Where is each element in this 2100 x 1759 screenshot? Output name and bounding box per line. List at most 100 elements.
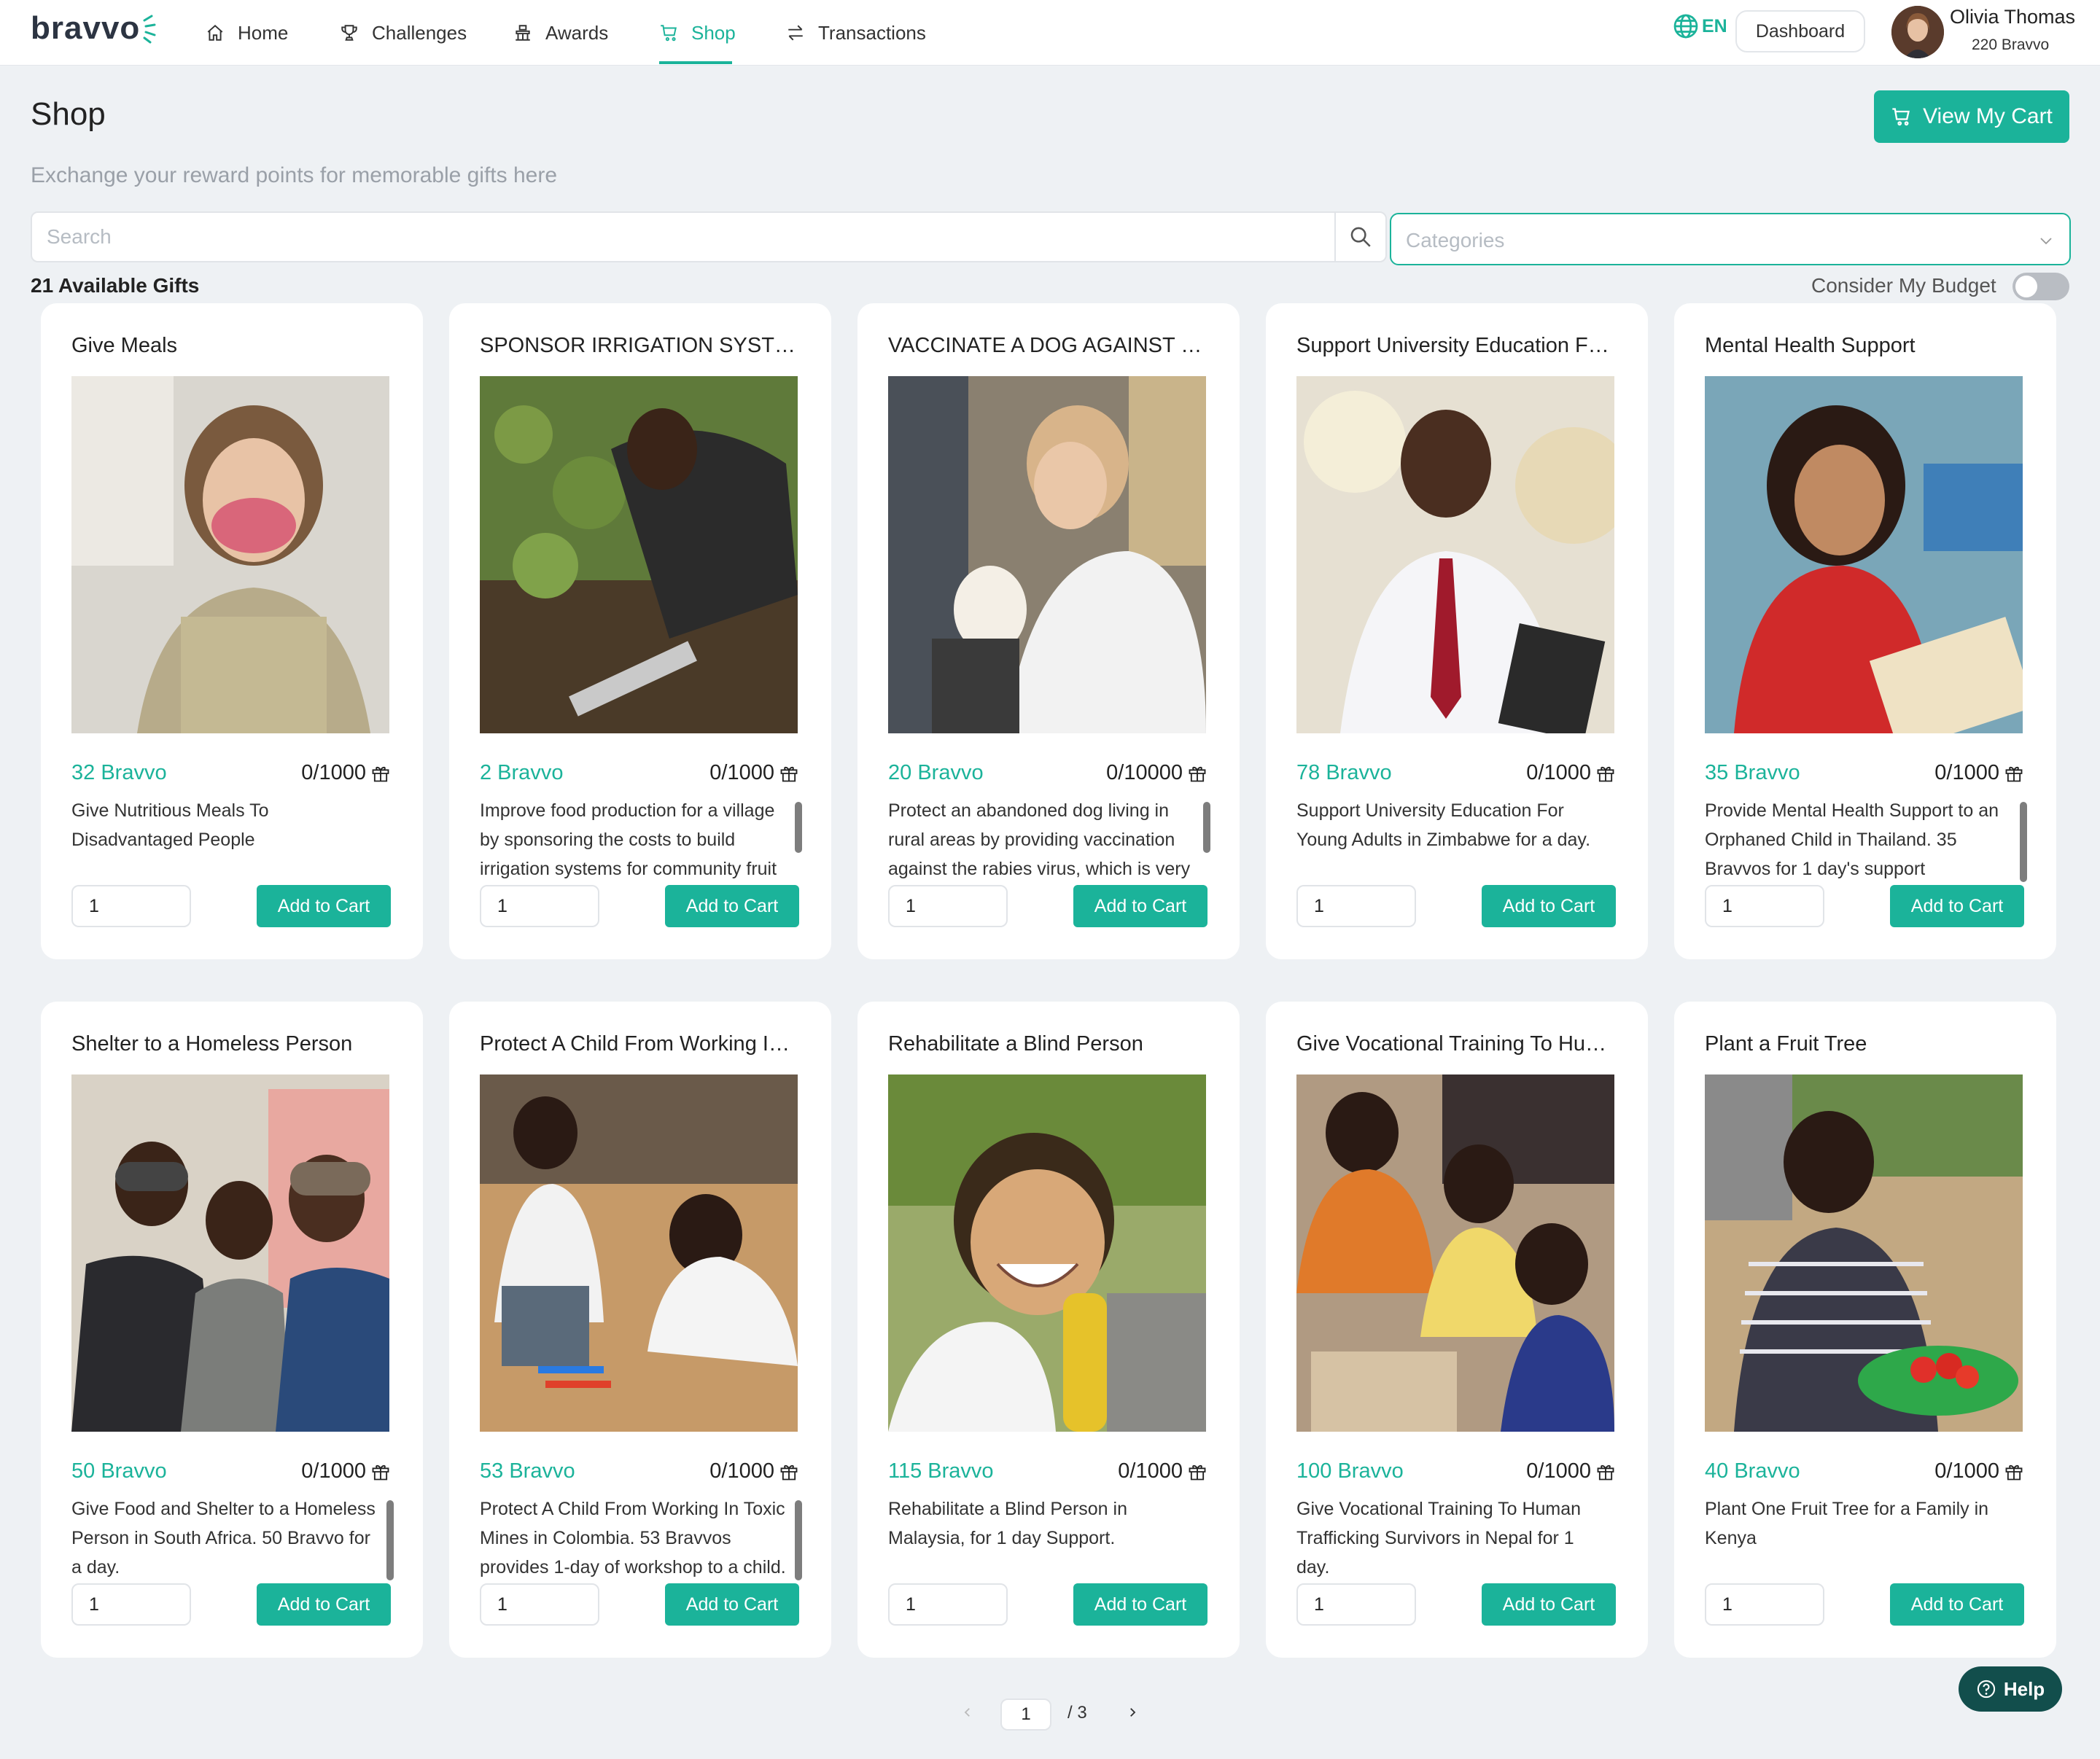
quantity-input[interactable] xyxy=(71,1583,191,1626)
add-to-cart-button[interactable]: Add to Cart xyxy=(665,1583,799,1626)
gift-icon xyxy=(2005,766,2023,781)
add-to-cart-button[interactable]: Add to Cart xyxy=(1482,885,1616,927)
nav-challenges[interactable]: Challenges xyxy=(340,0,467,66)
gift-icon xyxy=(372,766,389,781)
quantity-input[interactable] xyxy=(1296,1583,1416,1626)
gift-photo xyxy=(888,376,1206,733)
gift-description: Provide Mental Health Support to an Orph… xyxy=(1705,800,1999,879)
gift-stock-label: 0/10000 xyxy=(1106,761,1183,784)
gift-title: SPONSOR IRRIGATION SYSTEM… xyxy=(480,334,801,357)
quantity-input[interactable] xyxy=(888,885,1008,927)
top-navbar: bravvo Home Challenges Awards Shop Trans… xyxy=(0,0,2100,66)
gift-stock-label: 0/1000 xyxy=(709,761,774,784)
gift-title: Mental Health Support xyxy=(1705,334,1916,357)
consider-budget-toggle[interactable] xyxy=(2012,273,2069,300)
gift-price: 20 Bravvo xyxy=(888,761,984,784)
add-to-cart-button[interactable]: Add to Cart xyxy=(665,885,799,927)
page-title: Shop xyxy=(31,96,106,132)
quantity-input[interactable] xyxy=(1705,885,1824,927)
categories-select[interactable]: Categories xyxy=(1390,213,2071,265)
description-scrollbar[interactable] xyxy=(2020,802,2027,882)
gift-description: Give Nutritious Meals To Disadvantaged P… xyxy=(71,800,269,850)
gift-icon xyxy=(372,1464,389,1480)
pagination-total: / 3 xyxy=(1068,1703,1087,1723)
gift-stock-label: 0/1000 xyxy=(301,761,366,784)
quantity-input[interactable] xyxy=(1296,885,1416,927)
gift-image[interactable] xyxy=(1705,1074,2023,1432)
description-scrollbar[interactable] xyxy=(386,1500,394,1580)
nav-transactions[interactable]: Transactions xyxy=(786,0,926,66)
add-to-cart-button[interactable]: Add to Cart xyxy=(1890,1583,2024,1626)
gift-title: Support University Education Fo… xyxy=(1296,334,1617,357)
language-selector[interactable]: EN xyxy=(1671,12,1727,41)
help-button[interactable]: Help xyxy=(1959,1666,2062,1712)
gift-description: Give Food and Shelter to a Homeless Pers… xyxy=(71,1499,376,1577)
gift-price: 50 Bravvo xyxy=(71,1459,167,1483)
add-to-cart-button[interactable]: Add to Cart xyxy=(1073,885,1208,927)
quantity-input[interactable] xyxy=(480,1583,599,1626)
user-name: Olivia Thomas xyxy=(1950,6,2076,28)
gift-stock-label: 0/1000 xyxy=(1526,1459,1591,1483)
gift-card: Mental Health Support 35 Bravvo 0/1000 P… xyxy=(1674,303,2056,959)
add-to-cart-button[interactable]: Add to Cart xyxy=(1073,1583,1208,1626)
gift-title: VACCINATE A DOG AGAINST RA… xyxy=(888,334,1209,357)
quantity-input[interactable] xyxy=(888,1583,1008,1626)
view-my-cart-button[interactable]: View My Cart xyxy=(1874,90,2069,143)
gift-title: Protect A Child From Working In … xyxy=(480,1032,801,1056)
gift-image[interactable] xyxy=(71,1074,389,1432)
gift-stock-label: 0/1000 xyxy=(1526,761,1591,784)
gift-stock: 0/10000 xyxy=(1106,761,1208,785)
gift-image[interactable] xyxy=(480,1074,798,1432)
search-input[interactable] xyxy=(32,213,1337,261)
nav-awards[interactable]: Awards xyxy=(513,0,608,66)
gift-stock-label: 0/1000 xyxy=(301,1459,366,1483)
dashboard-button[interactable]: Dashboard xyxy=(1735,10,1865,52)
shopping-cart-icon xyxy=(661,25,677,42)
nav-transactions-label: Transactions xyxy=(818,21,926,44)
description-scrollbar[interactable] xyxy=(795,802,802,853)
gift-photo xyxy=(1705,1074,2023,1432)
gift-photo xyxy=(1296,376,1614,733)
add-to-cart-button[interactable]: Add to Cart xyxy=(257,885,391,927)
gift-stock: 0/1000 xyxy=(709,761,799,785)
gift-description: Protect A Child From Working In Toxic Mi… xyxy=(480,1499,786,1577)
quantity-input[interactable] xyxy=(1705,1583,1824,1626)
gift-photo xyxy=(480,376,798,733)
add-to-cart-button[interactable]: Add to Cart xyxy=(257,1583,391,1626)
gift-photo xyxy=(480,1074,798,1432)
gift-price: 115 Bravvo xyxy=(888,1459,994,1483)
add-to-cart-button[interactable]: Add to Cart xyxy=(1890,885,2024,927)
add-to-cart-button[interactable]: Add to Cart xyxy=(1482,1583,1616,1626)
gift-card: SPONSOR IRRIGATION SYSTEM… 2 Bravvo 0/10… xyxy=(449,303,831,959)
gift-image[interactable] xyxy=(888,376,1206,733)
description-scrollbar[interactable] xyxy=(795,1500,802,1580)
search-icon xyxy=(1350,227,1371,247)
gift-image[interactable] xyxy=(1296,376,1614,733)
awards-icon xyxy=(516,25,530,41)
description-scrollbar[interactable] xyxy=(1203,802,1210,853)
pagination-current-page[interactable]: 1 xyxy=(1000,1698,1051,1731)
avatar[interactable] xyxy=(1891,6,1944,58)
quantity-input[interactable] xyxy=(480,885,599,927)
nav-home[interactable]: Home xyxy=(206,0,288,66)
nav-shop[interactable]: Shop xyxy=(659,0,736,66)
pagination-next[interactable] xyxy=(1121,1701,1143,1723)
gift-image[interactable] xyxy=(71,376,389,733)
avatar-image xyxy=(1891,6,1944,58)
search-button[interactable] xyxy=(1334,213,1385,261)
gift-stock: 0/1000 xyxy=(1934,1459,2024,1483)
view-my-cart-label: View My Cart xyxy=(1923,104,2053,128)
gift-photo xyxy=(71,1074,389,1432)
gift-card: Plant a Fruit Tree 40 Bravvo 0/1000 Plan… xyxy=(1674,1002,2056,1658)
gift-description: Plant One Fruit Tree for a Family in Ken… xyxy=(1705,1499,1989,1548)
quantity-input[interactable] xyxy=(71,885,191,927)
gift-description: Improve food production for a village by… xyxy=(480,800,777,879)
pagination-prev[interactable] xyxy=(957,1701,979,1723)
gift-image[interactable] xyxy=(1296,1074,1614,1432)
bravvo-logo[interactable]: bravvo xyxy=(31,10,140,47)
gift-icon xyxy=(1189,766,1206,781)
gift-icon xyxy=(1189,1464,1206,1480)
gift-image[interactable] xyxy=(888,1074,1206,1432)
gift-image[interactable] xyxy=(480,376,798,733)
gift-image[interactable] xyxy=(1705,376,2023,733)
